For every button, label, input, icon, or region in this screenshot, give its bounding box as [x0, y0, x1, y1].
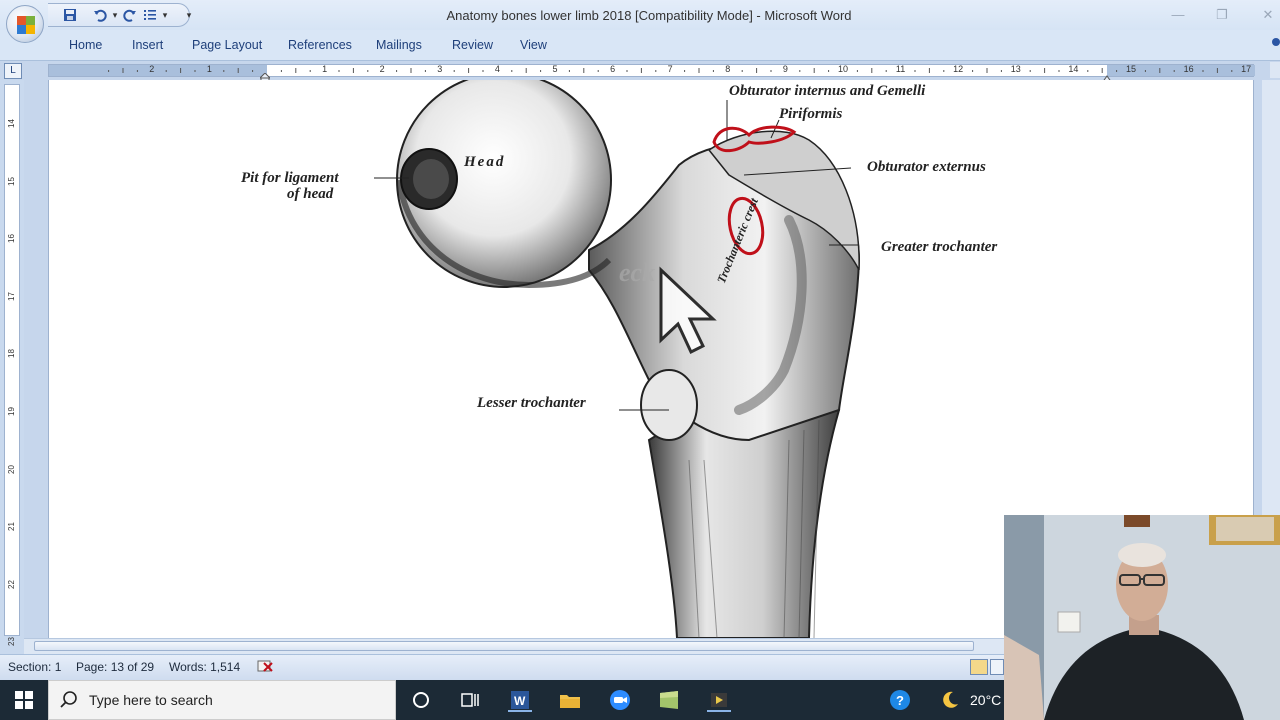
ruler-number: 17: [1241, 64, 1252, 74]
right-indent-marker-icon[interactable]: [1101, 70, 1113, 84]
ruler-number: 2: [379, 64, 385, 74]
print-layout-view-icon[interactable]: [970, 659, 988, 675]
ruler-number: 1: [322, 64, 328, 74]
tab-review[interactable]: Review: [452, 38, 493, 52]
ruler-number: 12: [953, 64, 964, 74]
excel-icon[interactable]: [657, 688, 681, 712]
tab-view[interactable]: View: [520, 38, 547, 52]
label-pit: Pit for ligament: [241, 170, 339, 186]
ruler-number: 14: [1068, 64, 1079, 74]
windows-start-icon[interactable]: [0, 680, 48, 720]
weather-icon[interactable]: [938, 688, 962, 712]
vertical-ruler-number: 17: [6, 291, 16, 301]
vertical-ruler-number: 22: [6, 579, 16, 589]
ruler-number: 5: [552, 64, 558, 74]
label-neck-partial: eck: [619, 258, 656, 287]
ruler-toggle-icon[interactable]: [1270, 62, 1280, 78]
ruler-number: 15: [1125, 64, 1137, 74]
search-icon: [60, 691, 78, 709]
cortana-icon[interactable]: [409, 688, 433, 712]
tab-page-layout[interactable]: Page Layout: [192, 38, 262, 52]
presenter-video: [1004, 515, 1280, 720]
zoom-icon[interactable]: [608, 688, 632, 712]
ruler-number: 2: [149, 64, 155, 74]
window-title: Anatomy bones lower limb 2018 [Compatibi…: [446, 8, 852, 23]
tab-selector-icon[interactable]: L: [4, 63, 22, 79]
label-obturator-internus: Obturator internus and Gemelli: [729, 83, 926, 99]
status-section[interactable]: Section: 1: [8, 660, 61, 674]
office-button[interactable]: [6, 5, 44, 43]
label-piriformis: Piriformis: [779, 106, 843, 122]
temperature-text: 20°C: [970, 692, 1002, 708]
vertical-ruler-number: 16: [6, 234, 16, 244]
label-greater-trochanter: Greater trochanter: [881, 239, 998, 255]
full-screen-reading-view-icon[interactable]: [990, 659, 1004, 675]
ruler-number: 3: [437, 64, 443, 74]
help-dot-icon[interactable]: [1272, 38, 1280, 46]
vertical-ruler-number: 20: [6, 464, 16, 474]
file-explorer-icon[interactable]: [558, 688, 582, 712]
ruler-number: 13: [1010, 64, 1021, 74]
svg-text:?: ?: [896, 693, 904, 708]
label-pit-2: of head: [287, 186, 334, 202]
status-words[interactable]: Words: 1,514: [169, 660, 240, 674]
webcam-overlay: [1004, 515, 1280, 720]
vertical-ruler-number: 19: [6, 407, 16, 416]
close-icon[interactable]: ✕: [1254, 4, 1280, 26]
ruler-number: 16: [1183, 64, 1194, 74]
label-obturator-externus: Obturator externus: [867, 159, 986, 175]
ruler-number: 7: [667, 64, 673, 74]
ruler-number: 10: [837, 64, 849, 74]
tab-references[interactable]: References: [288, 38, 352, 52]
search-placeholder: Type here to search: [89, 692, 213, 708]
label-head: Head: [464, 154, 506, 170]
tab-mailings[interactable]: Mailings: [376, 38, 422, 52]
vertical-ruler-number: 21: [6, 522, 16, 532]
task-view-icon[interactable]: [458, 688, 482, 712]
status-page[interactable]: Page: 13 of 29: [76, 660, 154, 674]
tab-home[interactable]: Home: [69, 38, 102, 52]
svg-text:W: W: [514, 694, 526, 708]
ruler-number: 9: [782, 64, 788, 74]
vertical-ruler-number: 14: [6, 119, 16, 128]
vertical-ruler[interactable]: 14 15 16 17 18 19 20 21 22 23: [4, 84, 20, 646]
ruler-number: 6: [610, 64, 616, 74]
horizontal-scroll-thumb[interactable]: [34, 641, 974, 651]
horizontal-scrollbar[interactable]: [24, 638, 1004, 654]
vertical-ruler-number: 15: [6, 176, 16, 186]
ruler-number: 8: [725, 64, 731, 74]
minimize-icon[interactable]: —: [1164, 4, 1192, 26]
restore-icon[interactable]: ❐: [1208, 4, 1236, 26]
ruler-number: 4: [494, 64, 500, 74]
vertical-ruler-number: 18: [6, 349, 16, 359]
proofing-icon[interactable]: [256, 658, 276, 676]
ruler-number: 11: [895, 64, 906, 74]
vertical-ruler-number: 23: [6, 637, 16, 647]
tab-insert[interactable]: Insert: [132, 38, 163, 52]
lesser-trochanter: [640, 369, 698, 441]
office-logo-icon: [17, 16, 35, 34]
indent-marker-icon[interactable]: [258, 70, 272, 83]
label-lesser-trochanter: Lesser trochanter: [477, 395, 586, 411]
video-tool-icon[interactable]: [707, 688, 731, 712]
word-icon[interactable]: W: [508, 688, 532, 712]
help-icon[interactable]: ?: [888, 688, 912, 712]
ruler-number: 1: [206, 64, 212, 74]
horizontal-ruler[interactable]: 21123456789101112131415161718: [48, 64, 1255, 77]
